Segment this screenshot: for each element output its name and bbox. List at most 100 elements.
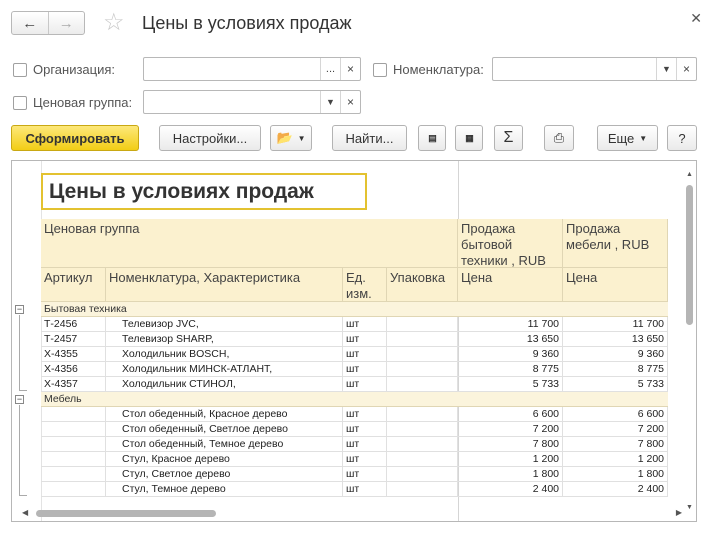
price2-cell: 11 700: [563, 317, 668, 332]
vertical-scroll-thumb[interactable]: [686, 185, 693, 325]
organization-field[interactable]: ... ×: [143, 57, 361, 81]
nomenclature-checkbox[interactable]: [373, 63, 387, 77]
chevron-down-icon: ▼: [639, 133, 648, 143]
article-cell: [41, 437, 106, 452]
collapse-group-icon[interactable]: −: [15, 395, 24, 404]
package-cell: [387, 377, 458, 392]
nomenclature-field[interactable]: ▼ ×: [492, 57, 697, 81]
organization-checkbox[interactable]: [13, 63, 27, 77]
unit-cell: шт: [343, 482, 387, 497]
nomenclature-cell: Холодильник СТИНОЛ,: [106, 377, 343, 392]
unit-cell: шт: [343, 467, 387, 482]
article-cell: Х-4356: [41, 362, 106, 377]
header-col1-title: Продажа бытовой техники , RUB: [458, 219, 563, 268]
sum-button[interactable]: Σ: [494, 125, 523, 151]
horizontal-scroll-thumb[interactable]: [36, 510, 216, 517]
report-spreadsheet[interactable]: Цены в условиях продаж Ценовая группа Пр…: [11, 160, 697, 522]
package-cell: [387, 422, 458, 437]
header-col2-title: Продажа мебели , RUB: [563, 219, 668, 268]
article-cell: [41, 407, 106, 422]
nomenclature-label: Номенклатура:: [393, 62, 484, 77]
forward-arrow-icon[interactable]: →: [47, 12, 85, 34]
more-label: Еще: [607, 130, 635, 146]
organization-label: Организация:: [33, 62, 116, 77]
article-cell: Т-2456: [41, 317, 106, 332]
price1-cell: 13 650: [458, 332, 563, 347]
price2-cell: 8 775: [563, 362, 668, 377]
nomenclature-cell: Холодильник МИНСК-АТЛАНТ,: [106, 362, 343, 377]
more-button[interactable]: Еще ▼: [597, 125, 658, 151]
nomenclature-cell: Стол обеденный, Красное дерево: [106, 407, 343, 422]
expand-groups-button[interactable]: ▦: [455, 125, 483, 151]
nomenclature-cell: Телевизор SHARP,: [106, 332, 343, 347]
chevron-down-icon[interactable]: ▼: [320, 91, 340, 113]
tree-line: [19, 405, 20, 495]
price2-cell: 2 400: [563, 482, 668, 497]
settings-button[interactable]: Настройки...: [159, 125, 261, 151]
help-button[interactable]: ?: [667, 125, 697, 151]
header-package: Упаковка: [387, 268, 458, 302]
package-cell: [387, 407, 458, 422]
printer-icon: ⎙: [553, 130, 565, 145]
package-cell: [387, 467, 458, 482]
select-organization-button[interactable]: ...: [320, 58, 340, 80]
variant-button[interactable]: 📂 ▼: [270, 125, 312, 151]
vertical-scrollbar[interactable]: ▲ ▼: [685, 171, 694, 511]
nomenclature-cell: Холодильник BOSCH,: [106, 347, 343, 362]
group-row: Мебель: [41, 392, 668, 407]
price-group-checkbox[interactable]: [13, 96, 27, 110]
price1-cell: 5 733: [458, 377, 563, 392]
unit-cell: шт: [343, 317, 387, 332]
close-icon[interactable]: ✕: [690, 10, 702, 27]
clear-icon[interactable]: ×: [340, 58, 360, 80]
nomenclature-cell: Стул, Светлое дерево: [106, 467, 343, 482]
tree-line: [19, 495, 27, 496]
nomenclature-input[interactable]: [493, 58, 656, 80]
unit-cell: шт: [343, 452, 387, 467]
unit-cell: шт: [343, 332, 387, 347]
price2-cell: 1 200: [563, 452, 668, 467]
price1-cell: 7 800: [458, 437, 563, 452]
header-price1: Цена: [458, 268, 563, 302]
package-cell: [387, 317, 458, 332]
scroll-up-icon[interactable]: ▲: [685, 171, 694, 178]
clear-icon[interactable]: ×: [340, 91, 360, 113]
price-group-input[interactable]: [144, 91, 320, 113]
chevron-down-icon[interactable]: ▼: [656, 58, 676, 80]
favorite-star-icon[interactable]: ☆: [103, 10, 125, 36]
header-nomenclature: Номенклатура, Характеристика: [106, 268, 343, 302]
sum-icon: Σ: [503, 129, 514, 146]
package-cell: [387, 332, 458, 347]
chevron-down-icon: ▼: [297, 133, 306, 143]
generate-button[interactable]: Сформировать: [11, 125, 139, 151]
unit-cell: шт: [343, 347, 387, 362]
price2-cell: 13 650: [563, 332, 668, 347]
unit-cell: шт: [343, 362, 387, 377]
scroll-right-icon[interactable]: ▶: [676, 508, 682, 517]
scroll-down-icon[interactable]: ▼: [685, 504, 694, 511]
back-arrow-icon[interactable]: ←: [12, 12, 48, 34]
package-cell: [387, 362, 458, 377]
price2-cell: 7 800: [563, 437, 668, 452]
clear-icon[interactable]: ×: [676, 58, 696, 80]
find-button[interactable]: Найти...: [332, 125, 407, 151]
navigation-buttons: ← →: [11, 11, 85, 35]
horizontal-scrollbar[interactable]: ◀ ▶: [12, 508, 684, 519]
unit-cell: шт: [343, 407, 387, 422]
folder-icon: 📂: [276, 130, 293, 145]
price2-cell: 5 733: [563, 377, 668, 392]
article-cell: Х-4355: [41, 347, 106, 362]
price2-cell: 1 800: [563, 467, 668, 482]
collapse-group-icon[interactable]: −: [15, 305, 24, 314]
article-cell: Х-4357: [41, 377, 106, 392]
collapse-groups-button[interactable]: ▤: [418, 125, 446, 151]
scroll-left-icon[interactable]: ◀: [22, 508, 28, 517]
price1-cell: 6 600: [458, 407, 563, 422]
price1-cell: 11 700: [458, 317, 563, 332]
organization-input[interactable]: [144, 58, 320, 80]
price1-cell: 9 360: [458, 347, 563, 362]
nomenclature-cell: Стул, Темное дерево: [106, 482, 343, 497]
price1-cell: 1 200: [458, 452, 563, 467]
price-group-field[interactable]: ▼ ×: [143, 90, 361, 114]
print-button[interactable]: ⎙: [544, 125, 574, 151]
